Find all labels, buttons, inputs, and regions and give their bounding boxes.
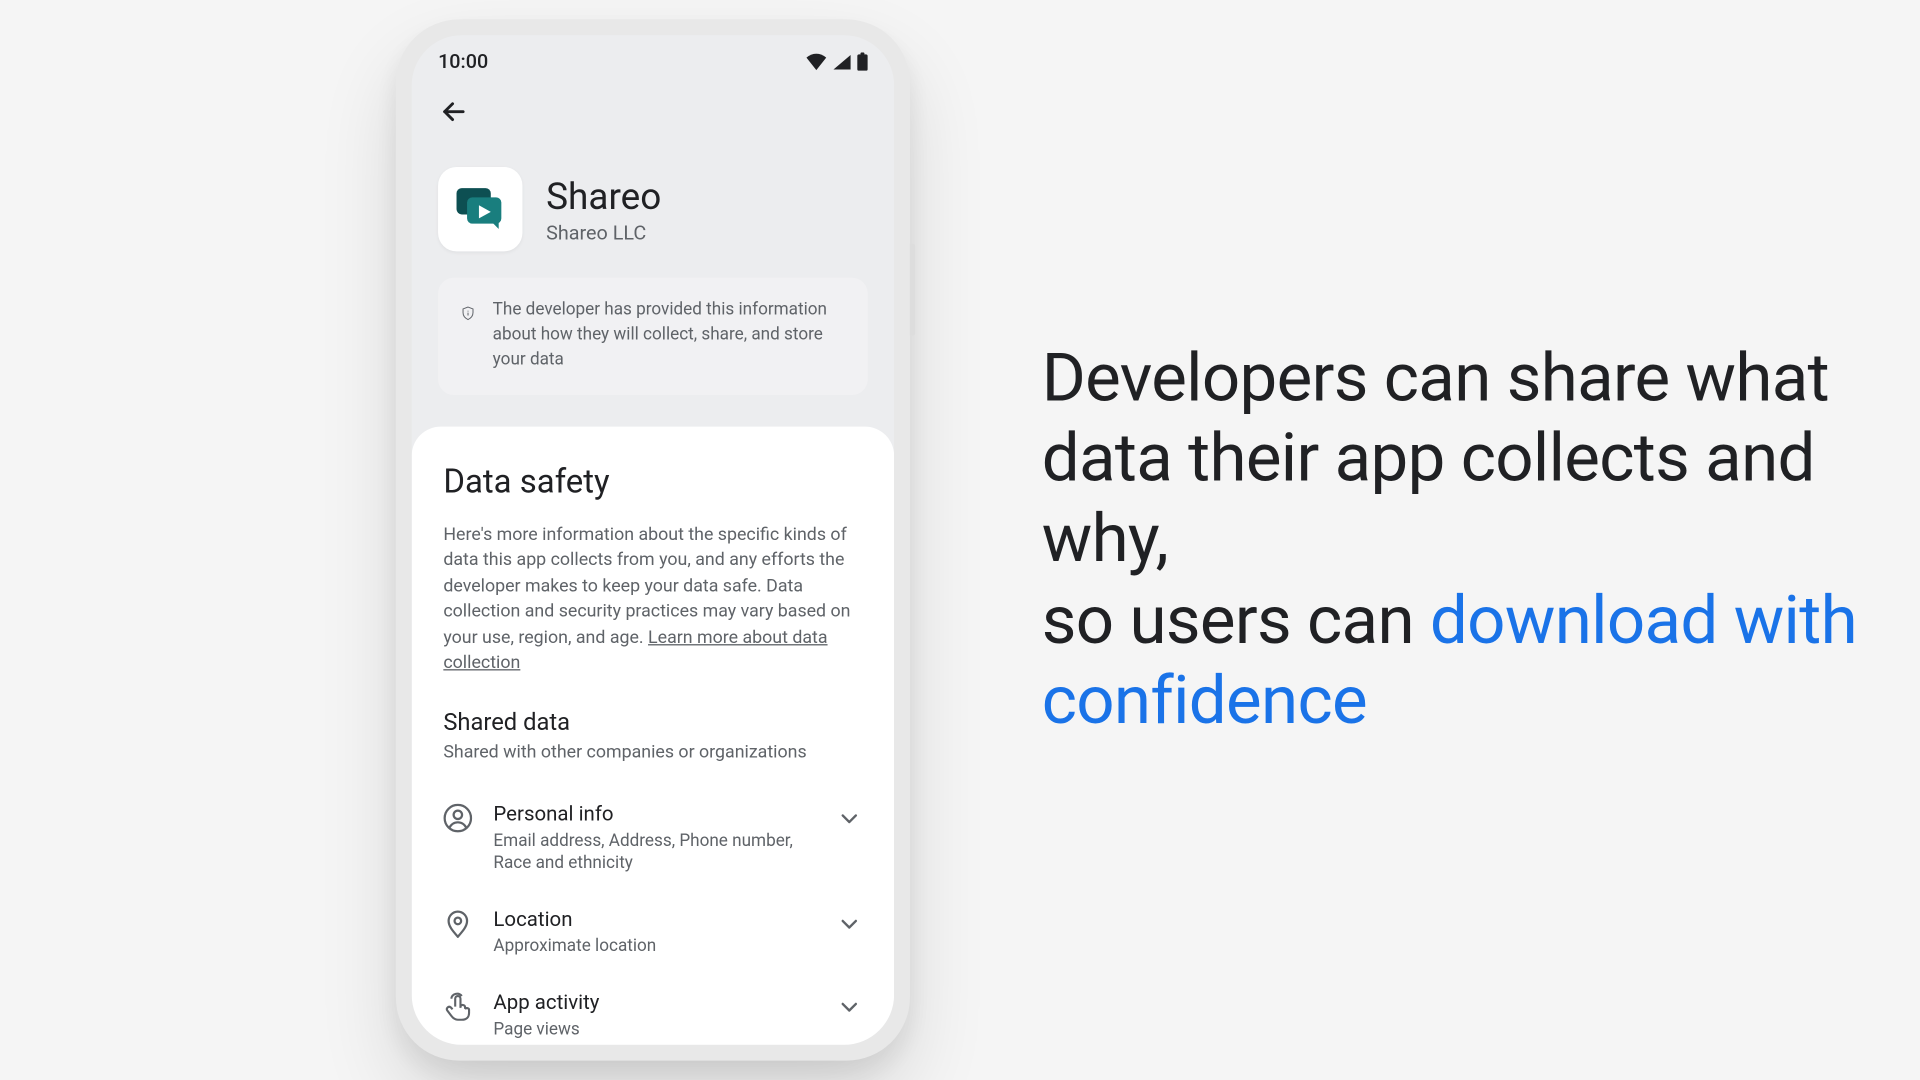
row-sub: Page views — [493, 1018, 815, 1041]
battery-icon — [857, 52, 868, 70]
data-row-personal-info[interactable]: Personal info Email address, Address, Ph… — [443, 786, 862, 892]
phone-screen: 10:00 — [412, 35, 894, 1045]
banner-text: The developer has provided this informat… — [493, 299, 844, 374]
app-icon — [438, 167, 522, 251]
top-bar — [412, 88, 894, 143]
shared-data-title: Shared data — [443, 709, 862, 737]
developer-info-banner: The developer has provided this informat… — [438, 278, 868, 395]
wifi-icon — [806, 53, 827, 70]
signal-icon — [832, 53, 852, 70]
data-row-location[interactable]: Location Approximate location — [443, 892, 862, 974]
headline-line2: so users can — [1042, 582, 1430, 660]
phone-mockup: 10:00 — [396, 19, 923, 1060]
row-sub: Email address, Address, Phone number, Ra… — [493, 830, 815, 876]
data-safety-card: Data safety Here's more information abou… — [412, 426, 894, 1045]
row-title: Personal info — [493, 802, 815, 826]
row-title: App activity — [493, 990, 815, 1014]
back-button[interactable] — [438, 96, 470, 128]
app-header: Shareo Shareo LLC — [412, 143, 894, 277]
data-row-app-activity[interactable]: App activity Page views — [443, 974, 862, 1044]
shield-info-icon — [462, 299, 474, 328]
app-developer: Shareo LLC — [546, 220, 661, 244]
status-bar: 10:00 — [412, 35, 894, 88]
phone-side-button — [910, 243, 915, 335]
data-safety-description: Here's more information about the specif… — [443, 522, 862, 677]
shareo-logo-icon — [451, 180, 509, 238]
row-title: Location — [493, 908, 815, 932]
arrow-left-icon — [438, 96, 470, 128]
location-icon — [443, 909, 472, 938]
shared-data-subtitle: Shared with other companies or organizat… — [443, 742, 862, 763]
app-name: Shareo — [546, 174, 661, 217]
status-time: 10:00 — [438, 50, 488, 74]
headline-line1: Developers can share what data their app… — [1042, 340, 1829, 579]
data-safety-title: Data safety — [443, 463, 862, 501]
chevron-down-icon — [836, 805, 862, 831]
chevron-down-icon — [836, 910, 862, 936]
status-icons — [806, 52, 868, 70]
person-icon — [443, 803, 472, 832]
chevron-down-icon — [836, 993, 862, 1019]
row-sub: Approximate location — [493, 935, 815, 958]
touch-icon — [443, 991, 472, 1020]
marketing-headline: Developers can share what data their app… — [1042, 338, 1899, 741]
